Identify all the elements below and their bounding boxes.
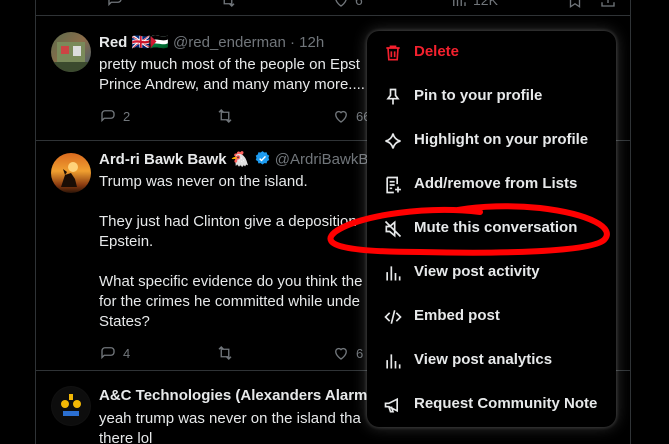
heart-icon — [335, 110, 347, 123]
menu-item-label: Request Community Note — [414, 395, 598, 412]
menu-item-post-activity[interactable]: View post activity — [367, 251, 616, 295]
bar-chart-icon — [383, 263, 403, 283]
menu-item-highlight[interactable]: Highlight on your profile — [367, 119, 616, 163]
display-name[interactable]: A&C Technologies (Alexanders Alarm — [99, 387, 367, 404]
avatar[interactable] — [51, 32, 91, 72]
tweet-header: Ard-ri Bawk Bawk 🐔 @ArdriBawkB — [99, 150, 368, 171]
avatar[interactable] — [51, 386, 91, 426]
sparkle-icon — [383, 131, 403, 151]
menu-item-analytics[interactable]: View post analytics — [367, 339, 616, 383]
repost-icon — [218, 109, 232, 123]
repost-icon[interactable] — [219, 0, 237, 12]
display-name[interactable]: Red — [99, 34, 127, 51]
like-button[interactable]: 6 — [332, 0, 363, 9]
menu-item-label: Add/remove from Lists — [414, 175, 578, 192]
menu-item-delete[interactable]: Delete — [367, 31, 616, 75]
like-button[interactable]: 66 — [332, 107, 370, 125]
reply-icon — [101, 110, 115, 123]
like-count: 6 — [355, 0, 363, 8]
code-icon — [383, 307, 403, 327]
views-button[interactable]: 12K — [450, 0, 498, 9]
chicken-emoji: 🐔 — [230, 151, 250, 168]
like-count: 6 — [356, 345, 364, 361]
megaphone-icon — [383, 395, 403, 415]
previous-tweet-actions: 6 12K — [36, 0, 630, 12]
menu-item-label: Mute this conversation — [414, 219, 578, 236]
tweet-header: A&C Technologies (Alexanders Alarm — [99, 387, 367, 404]
timestamp[interactable]: · 12h — [290, 34, 324, 51]
post-options-menu: Delete Pin to your profile Highlight on … — [367, 31, 616, 427]
analytics-icon — [383, 351, 403, 371]
menu-item-embed[interactable]: Embed post — [367, 295, 616, 339]
avatar[interactable] — [51, 153, 91, 193]
reply-button[interactable]: 2 — [99, 107, 130, 125]
menu-item-label: Embed post — [414, 307, 500, 324]
menu-item-label: Highlight on your profile — [414, 131, 589, 148]
repost-icon — [218, 346, 232, 360]
menu-item-mute-conversation[interactable]: Mute this conversation — [367, 207, 616, 251]
verified-badge-icon — [254, 150, 271, 171]
display-name[interactable]: Ard-ri Bawk Bawk — [99, 151, 227, 168]
heart-icon — [335, 0, 347, 7]
menu-item-label: Pin to your profile — [414, 87, 543, 104]
menu-item-lists[interactable]: Add/remove from Lists — [367, 163, 616, 207]
reply-button[interactable]: 4 — [99, 344, 130, 362]
bookmark-icon[interactable] — [566, 0, 584, 12]
list-icon — [383, 175, 403, 195]
views-icon — [453, 0, 466, 6]
username[interactable]: @red_enderman — [173, 34, 286, 51]
like-button[interactable]: 6 — [332, 344, 363, 362]
scrollbar[interactable] — [650, 0, 669, 444]
reply-icon[interactable] — [106, 0, 124, 12]
view-count: 12K — [473, 0, 498, 8]
username[interactable]: @ArdriBawkB — [275, 151, 369, 168]
pin-icon — [383, 87, 403, 107]
repost-button[interactable] — [216, 107, 234, 125]
menu-item-pin[interactable]: Pin to your profile — [367, 75, 616, 119]
menu-item-community-note[interactable]: Request Community Note — [367, 383, 616, 427]
share-icon[interactable] — [599, 0, 617, 12]
heart-icon — [335, 347, 347, 360]
reply-count: 4 — [123, 345, 131, 361]
menu-item-label: View post analytics — [414, 351, 553, 368]
tweet-header: Red 🇬🇧🇵🇸 @red_enderman · 12h — [99, 33, 324, 51]
mute-icon — [383, 219, 403, 239]
repost-button[interactable] — [216, 344, 234, 362]
menu-item-label: Delete — [414, 43, 460, 60]
reply-count: 2 — [123, 108, 131, 124]
flag-emojis: 🇬🇧🇵🇸 — [131, 34, 169, 51]
menu-item-label: View post activity — [414, 263, 540, 280]
trash-icon — [383, 43, 403, 63]
reply-icon — [101, 347, 115, 360]
